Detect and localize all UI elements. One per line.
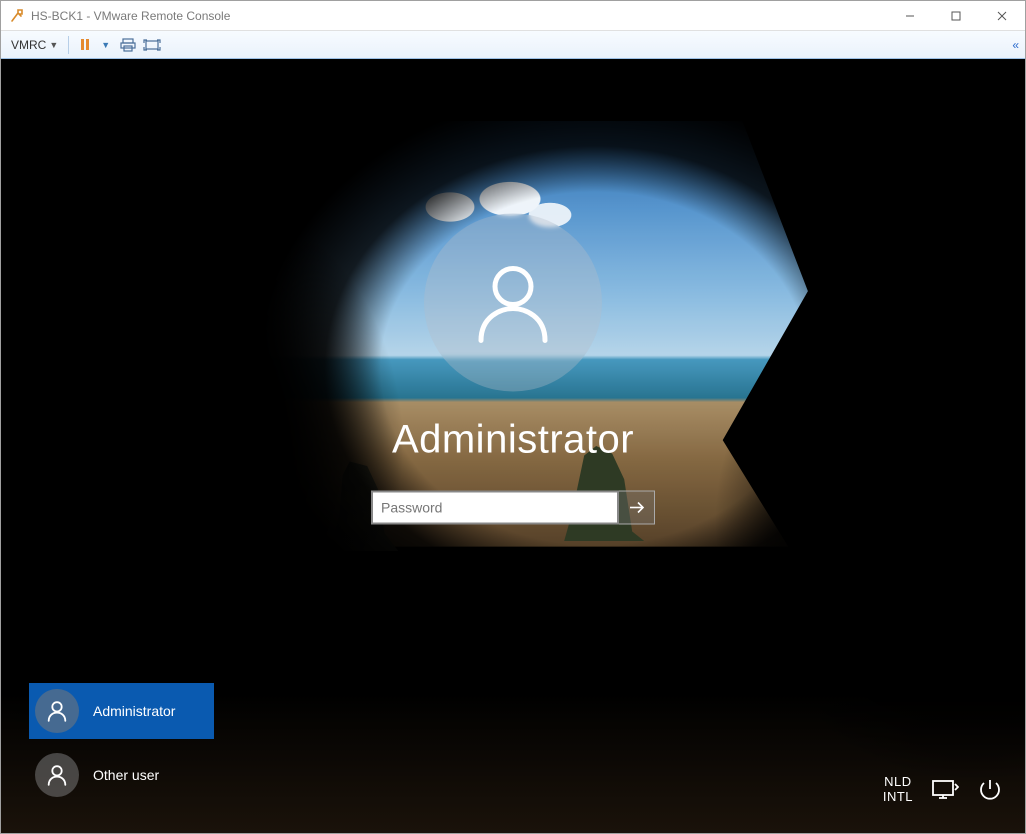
avatar: [424, 213, 602, 391]
language-line1: NLD: [883, 775, 913, 790]
display-name: Administrator: [392, 417, 634, 462]
maximize-button[interactable]: [933, 1, 979, 31]
fullscreen-button[interactable]: [142, 35, 162, 55]
close-button[interactable]: [979, 1, 1025, 31]
user-avatar-icon: [35, 689, 79, 733]
app-window: HS-BCK1 - VMware Remote Console VMRC ▼: [0, 0, 1026, 834]
user-name-label: Administrator: [93, 703, 175, 719]
user-avatar-icon: [35, 753, 79, 797]
app-icon: [9, 8, 25, 24]
toolbar: VMRC ▼ ▼ «: [1, 31, 1025, 59]
window-title: HS-BCK1 - VMware Remote Console: [31, 9, 887, 23]
toolbar-collapse-chevron-icon[interactable]: «: [1012, 38, 1019, 52]
password-input[interactable]: [371, 490, 619, 524]
ease-of-access-button[interactable]: [931, 778, 959, 802]
login-panel: Administrator: [371, 213, 655, 524]
corner-controls: NLD INTL: [883, 775, 1003, 805]
submit-button[interactable]: [619, 490, 655, 524]
chevron-down-icon: ▼: [49, 40, 58, 50]
user-item-administrator[interactable]: Administrator: [29, 683, 214, 739]
vmrc-menu[interactable]: VMRC ▼: [7, 36, 62, 54]
power-dropdown-chevron-icon[interactable]: ▼: [101, 40, 110, 50]
user-list: Administrator Other user: [29, 683, 214, 803]
toolbar-separator: [68, 36, 69, 54]
vm-viewport: Administrator Administrator: [1, 59, 1025, 833]
language-line2: INTL: [883, 790, 913, 805]
minimize-button[interactable]: [887, 1, 933, 31]
language-switcher[interactable]: NLD INTL: [883, 775, 913, 805]
pause-button[interactable]: [75, 35, 95, 55]
pause-icon: [81, 39, 89, 50]
power-button[interactable]: [977, 777, 1003, 803]
user-name-label: Other user: [93, 767, 159, 783]
vmrc-menu-label: VMRC: [11, 38, 46, 52]
window-controls: [887, 1, 1025, 31]
user-item-other-user[interactable]: Other user: [29, 747, 214, 803]
send-ctrl-alt-del-button[interactable]: [118, 35, 138, 55]
titlebar: HS-BCK1 - VMware Remote Console: [1, 1, 1025, 31]
password-row: [371, 490, 655, 524]
